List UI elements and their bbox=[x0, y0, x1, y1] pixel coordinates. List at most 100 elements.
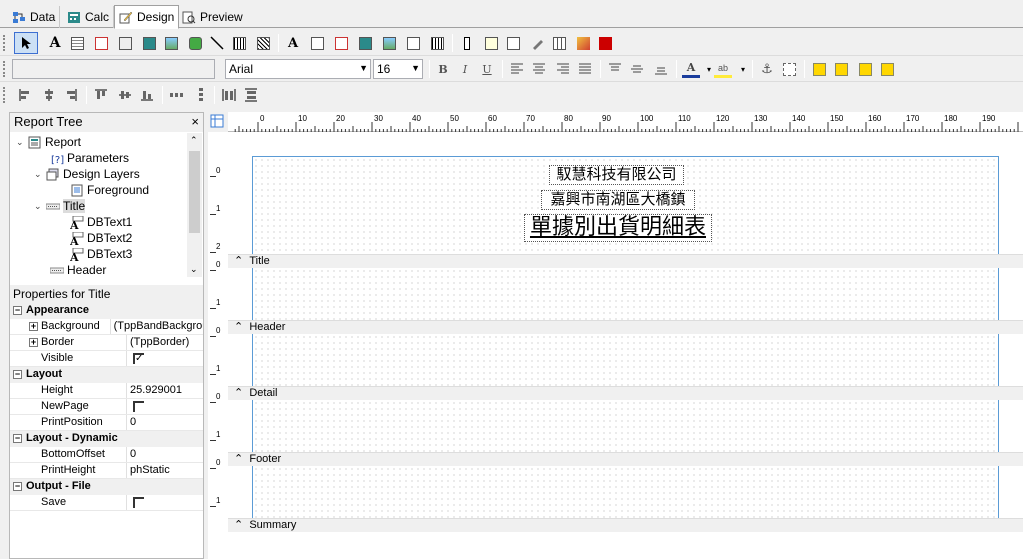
prop-value[interactable]: 0 bbox=[127, 415, 136, 430]
collapse-icon[interactable]: ⌄ bbox=[34, 201, 43, 212]
memo-tool-icon[interactable] bbox=[68, 34, 86, 52]
tree-item-foreground[interactable]: Foreground bbox=[70, 182, 149, 198]
underline-icon[interactable]: U bbox=[478, 60, 496, 78]
header-band-area[interactable] bbox=[252, 268, 999, 320]
scroll-up-icon[interactable]: ⌃ bbox=[190, 135, 198, 146]
tree-item-dbtext3[interactable]: A DBText3 bbox=[70, 246, 132, 262]
align-centers-icon[interactable] bbox=[40, 86, 58, 104]
tree-item-design-layers[interactable]: ⌄ Design Layers bbox=[34, 166, 140, 182]
shape-tool-icon[interactable] bbox=[186, 34, 204, 52]
label-tool-icon[interactable]: A bbox=[46, 34, 64, 52]
band-bar-summary[interactable]: ⌃ Summary bbox=[228, 518, 1023, 532]
font-size-select[interactable]: 16 ▼ bbox=[373, 59, 423, 79]
collapse-icon[interactable]: − bbox=[13, 306, 22, 315]
tree-item-header[interactable]: Header bbox=[50, 262, 106, 278]
tab-calc[interactable]: Calc bbox=[63, 6, 115, 28]
align-right-icon[interactable] bbox=[554, 60, 572, 78]
same-width-icon[interactable] bbox=[242, 86, 260, 104]
summary-band-area[interactable] bbox=[252, 466, 999, 518]
bold-icon[interactable]: B bbox=[434, 60, 452, 78]
dbtext-tool-icon[interactable]: A bbox=[284, 34, 302, 52]
scroll-thumb[interactable] bbox=[189, 151, 200, 233]
map-tool-icon[interactable] bbox=[574, 34, 592, 52]
dbtext2[interactable]: 嘉興市南湖區大橋鎮 bbox=[541, 190, 695, 210]
prop-value[interactable]: (TppBandBackground) bbox=[111, 319, 203, 334]
component-select[interactable] bbox=[12, 59, 215, 79]
collapse-icon[interactable]: ⌄ bbox=[34, 169, 43, 180]
space-horizontally-icon[interactable] bbox=[168, 86, 186, 104]
collapse-icon[interactable]: − bbox=[13, 434, 22, 443]
richtext-tool-icon[interactable] bbox=[92, 34, 110, 52]
checkbox-unchecked-icon[interactable] bbox=[133, 497, 144, 508]
band-bar-title[interactable]: ⌃ Title bbox=[228, 254, 1023, 268]
font-color-icon[interactable]: A bbox=[682, 60, 700, 78]
prop-value[interactable]: phStatic bbox=[127, 463, 170, 478]
band-bar-footer[interactable]: ⌃ Footer bbox=[228, 452, 1023, 466]
toolbar-grip[interactable] bbox=[3, 35, 6, 51]
bring-to-front-icon[interactable] bbox=[810, 60, 828, 78]
prop-background[interactable]: Background (TppBandBackground) bbox=[10, 319, 203, 335]
systemvariable-tool-icon[interactable] bbox=[116, 34, 134, 52]
tree-item-title[interactable]: ⌄ Title bbox=[34, 198, 86, 214]
detail-band-area[interactable] bbox=[252, 334, 999, 386]
barcode-tool-icon[interactable] bbox=[230, 34, 248, 52]
prop-value[interactable]: 0 bbox=[127, 447, 136, 462]
align-middles-icon[interactable] bbox=[116, 86, 134, 104]
prop-value[interactable] bbox=[127, 399, 144, 414]
crosstab-tool-icon[interactable] bbox=[550, 34, 568, 52]
dbtext3[interactable]: 單據別出貨明細表 bbox=[524, 214, 712, 242]
chevron-down-icon[interactable]: ▾ bbox=[734, 60, 752, 78]
subreport-tool-icon[interactable] bbox=[482, 34, 500, 52]
footer-band-area[interactable] bbox=[252, 400, 999, 452]
expand-icon[interactable]: + bbox=[29, 338, 38, 347]
highlight-color-icon[interactable]: ab bbox=[714, 60, 732, 78]
category-output-file[interactable]: Output - File bbox=[10, 479, 203, 495]
title-band-area[interactable]: 馭慧科技有限公司 嘉興市南湖區大橋鎮 單據別出貨明細表 bbox=[252, 156, 999, 254]
italic-icon[interactable]: I bbox=[456, 60, 474, 78]
dbcalc-tool-icon[interactable] bbox=[356, 34, 374, 52]
tree-item-parameters[interactable]: [?] Parameters bbox=[50, 150, 129, 166]
prop-printheight[interactable]: PrintHeight phStatic bbox=[10, 463, 203, 479]
align-lefts-icon[interactable] bbox=[16, 86, 34, 104]
pagebreak-tool-icon[interactable] bbox=[504, 34, 522, 52]
space-vertically-icon[interactable] bbox=[192, 86, 210, 104]
category-layout-dynamic[interactable]: Layout - Dynamic bbox=[10, 431, 203, 447]
category-appearance[interactable]: Appearance bbox=[10, 303, 203, 319]
expand-icon[interactable]: + bbox=[29, 322, 38, 331]
same-height-icon[interactable] bbox=[220, 86, 238, 104]
collapse-icon[interactable]: ⌄ bbox=[16, 137, 25, 148]
bring-forward-icon[interactable] bbox=[856, 60, 874, 78]
pdf-tool-icon[interactable] bbox=[596, 34, 614, 52]
align-center-icon[interactable] bbox=[530, 60, 548, 78]
justify-icon[interactable] bbox=[576, 60, 594, 78]
close-icon[interactable]: × bbox=[191, 113, 199, 131]
band-bar-detail[interactable]: ⌃ Detail bbox=[228, 386, 1023, 400]
collapse-icon[interactable]: − bbox=[13, 482, 22, 491]
band-bar-header[interactable]: ⌃ Header bbox=[228, 320, 1023, 334]
align-bottoms-icon[interactable] bbox=[138, 86, 156, 104]
tab-preview[interactable]: Preview bbox=[178, 6, 247, 28]
send-to-back-icon[interactable] bbox=[832, 60, 850, 78]
paintbox-tool-icon[interactable] bbox=[528, 34, 546, 52]
prop-newpage[interactable]: NewPage bbox=[10, 399, 203, 415]
prop-visible[interactable]: Visible ✓ bbox=[10, 351, 203, 367]
checkbox-unchecked-icon[interactable] bbox=[133, 401, 144, 412]
prop-height[interactable]: Height 25.929001 bbox=[10, 383, 203, 399]
prop-printposition[interactable]: PrintPosition 0 bbox=[10, 415, 203, 431]
scroll-down-icon[interactable]: ⌄ bbox=[190, 264, 198, 275]
align-left-icon[interactable] bbox=[508, 60, 526, 78]
tree-scrollbar[interactable]: ⌃ ⌄ bbox=[187, 133, 202, 277]
region-tool-icon[interactable] bbox=[458, 34, 476, 52]
valign-top-icon[interactable] bbox=[606, 60, 624, 78]
tree-item-dbtext1[interactable]: A DBText1 bbox=[70, 214, 132, 230]
anchor-icon[interactable]: ⚓ bbox=[758, 60, 776, 78]
prop-value[interactable] bbox=[127, 495, 144, 510]
send-backward-icon[interactable] bbox=[878, 60, 896, 78]
2dbarcode-tool-icon[interactable] bbox=[254, 34, 272, 52]
border-icon[interactable] bbox=[780, 60, 798, 78]
align-rights-icon[interactable] bbox=[62, 86, 80, 104]
checkbox-checked-icon[interactable]: ✓ bbox=[133, 353, 144, 364]
valign-bottom-icon[interactable] bbox=[652, 60, 670, 78]
toolbar-grip[interactable] bbox=[3, 61, 6, 77]
font-name-select[interactable]: Arial ▼ bbox=[225, 59, 371, 79]
